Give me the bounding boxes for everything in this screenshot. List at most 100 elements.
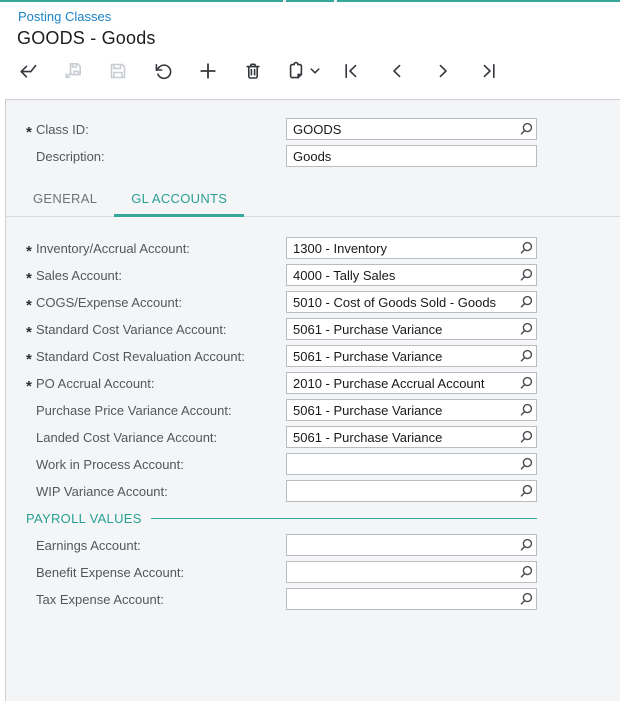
lookup-field[interactable]: GOODS — [286, 118, 537, 140]
clipboard-icon — [286, 61, 306, 81]
go-previous-button[interactable] — [385, 58, 409, 84]
field-value: 1300 - Inventory — [293, 240, 387, 256]
lookup-field[interactable] — [286, 561, 537, 583]
search-icon[interactable] — [516, 240, 536, 256]
form-row: * Standard Cost Variance Account: 5061 -… — [6, 316, 620, 343]
search-icon[interactable] — [516, 591, 536, 607]
search-icon[interactable] — [516, 321, 536, 337]
field-label: Earnings Account: — [36, 538, 141, 553]
required-asterisk: * — [26, 123, 32, 141]
lookup-field[interactable]: 5061 - Purchase Variance — [286, 318, 537, 340]
lookup-field[interactable]: 1300 - Inventory — [286, 237, 537, 259]
search-icon[interactable] — [516, 483, 536, 499]
form-row: * Earnings Account: — [6, 532, 620, 559]
search-icon[interactable] — [516, 348, 536, 364]
first-record-icon — [341, 61, 361, 81]
breadcrumb-posting-classes[interactable]: Posting Classes — [18, 9, 111, 24]
search-icon[interactable] — [516, 294, 536, 310]
save-and-close-button[interactable] — [61, 58, 85, 84]
field-label: Standard Cost Variance Account: — [36, 322, 227, 337]
field-label: Benefit Expense Account: — [36, 565, 185, 580]
lookup-field[interactable]: 5061 - Purchase Variance — [286, 399, 537, 421]
field-label: Purchase Price Variance Account: — [36, 403, 232, 418]
section-title: PAYROLL VALUES — [26, 511, 142, 526]
gl-accounts-fields: * Inventory/Accrual Account: 1300 - Inve… — [6, 235, 620, 505]
save-button[interactable] — [106, 58, 130, 84]
go-first-button[interactable] — [339, 58, 363, 84]
field-label: COGS/Expense Account: — [36, 295, 182, 310]
field-value: GOODS — [293, 121, 342, 137]
form-row: * WIP Variance Account: — [6, 478, 620, 505]
lookup-field[interactable] — [286, 453, 537, 475]
clipboard-button[interactable] — [286, 58, 321, 84]
go-last-button[interactable] — [477, 58, 501, 84]
field-label: Tax Expense Account: — [36, 592, 164, 607]
tab-general[interactable]: GENERAL — [16, 185, 114, 217]
back-button[interactable] — [16, 58, 40, 84]
required-asterisk: * — [26, 269, 32, 287]
field-value: Goods — [293, 148, 332, 164]
required-asterisk: * — [26, 323, 32, 341]
field-value: 4000 - Tally Sales — [293, 267, 396, 283]
last-record-icon — [479, 61, 499, 81]
tab-gl-accounts[interactable]: GL ACCOUNTS — [114, 185, 245, 217]
form-row: * Description: Goods — [6, 143, 620, 170]
form-row: * PO Accrual Account: 2010 - Purchase Ac… — [6, 370, 620, 397]
add-button[interactable] — [196, 58, 220, 84]
accent-top-border — [0, 0, 620, 2]
save-and-close-icon — [63, 61, 83, 81]
form-row: * COGS/Expense Account: 5010 - Cost of G… — [6, 289, 620, 316]
payroll-fields: * Earnings Account: * Benefit Expense Ac… — [6, 532, 620, 613]
field-label: Description: — [36, 149, 105, 164]
form-row: * Inventory/Accrual Account: 1300 - Inve… — [6, 235, 620, 262]
lookup-field[interactable] — [286, 480, 537, 502]
form-panel: * Class ID: GOODS * Description: Goods G… — [5, 99, 620, 701]
tab-bar: GENERAL GL ACCOUNTS — [6, 185, 620, 217]
lookup-field[interactable]: 5010 - Cost of Goods Sold - Goods — [286, 291, 537, 313]
undo-icon — [153, 61, 173, 81]
field-value: 5061 - Purchase Variance — [293, 429, 443, 445]
field-label: Standard Cost Revaluation Account: — [36, 349, 245, 364]
search-icon[interactable] — [516, 267, 536, 283]
search-icon[interactable] — [516, 402, 536, 418]
save-icon — [108, 61, 128, 81]
search-icon[interactable] — [516, 564, 536, 580]
form-row: * Standard Cost Revaluation Account: 506… — [6, 343, 620, 370]
lookup-field[interactable]: 5061 - Purchase Variance — [286, 426, 537, 448]
section-divider — [150, 518, 537, 519]
lookup-field[interactable]: 5061 - Purchase Variance — [286, 345, 537, 367]
arrow-back-icon — [18, 61, 38, 81]
delete-button[interactable] — [241, 58, 265, 84]
lookup-field[interactable]: Goods — [286, 145, 537, 167]
chevron-right-icon — [433, 61, 453, 81]
lookup-field[interactable] — [286, 534, 537, 556]
required-asterisk: * — [26, 296, 32, 314]
undo-button[interactable] — [151, 58, 175, 84]
chevron-down-icon — [309, 67, 321, 75]
required-asterisk: * — [26, 350, 32, 368]
form-row: * Landed Cost Variance Account: 5061 - P… — [6, 424, 620, 451]
search-icon[interactable] — [516, 429, 536, 445]
page-title: GOODS - Goods — [17, 28, 156, 48]
go-next-button[interactable] — [431, 58, 455, 84]
field-value: 2010 - Purchase Accrual Account — [293, 375, 485, 391]
lookup-field[interactable]: 2010 - Purchase Accrual Account — [286, 372, 537, 394]
lookup-field[interactable] — [286, 588, 537, 610]
field-value: 5061 - Purchase Variance — [293, 348, 443, 364]
field-value: 5061 - Purchase Variance — [293, 402, 443, 418]
search-icon[interactable] — [516, 456, 536, 472]
field-label: Landed Cost Variance Account: — [36, 430, 218, 445]
search-icon[interactable] — [516, 375, 536, 391]
trash-icon — [243, 61, 263, 81]
field-label: PO Accrual Account: — [36, 376, 155, 391]
search-icon[interactable] — [516, 537, 536, 553]
field-label: Work in Process Account: — [36, 457, 184, 472]
toolbar — [16, 58, 523, 84]
form-row: * Sales Account: 4000 - Tally Sales — [6, 262, 620, 289]
top-border-gap — [283, 0, 286, 2]
search-icon[interactable] — [516, 121, 536, 137]
form-row: * Benefit Expense Account: — [6, 559, 620, 586]
lookup-field[interactable]: 4000 - Tally Sales — [286, 264, 537, 286]
top-border-gap — [334, 0, 337, 2]
plus-icon — [198, 61, 218, 81]
